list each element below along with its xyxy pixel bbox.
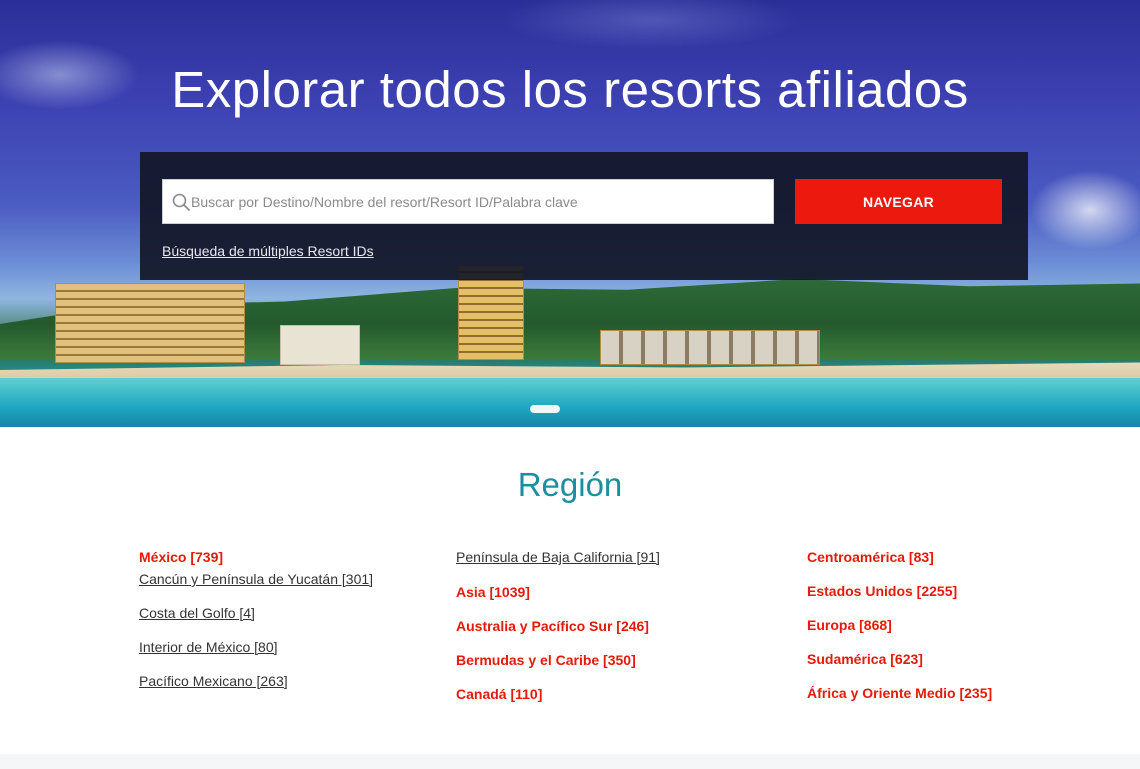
hero-building (600, 330, 820, 365)
hero-water (0, 378, 1140, 427)
region-link[interactable]: Europa [868] (807, 617, 892, 633)
page-title: Explorar todos los resorts afiliados (171, 61, 969, 118)
region-link[interactable]: México [739] (139, 549, 223, 565)
hero-building (280, 325, 360, 365)
region-link[interactable]: África y Oriente Medio [235] (807, 685, 992, 701)
footer-band (0, 754, 1140, 769)
multi-resort-id-search-link[interactable]: Búsqueda de múltiples Resort IDs (162, 243, 374, 259)
hero-building (55, 283, 245, 363)
hero-banner: Explorar todos los resorts afiliados NAV… (0, 0, 1140, 427)
region-link[interactable]: Península de Baja California [91] (456, 549, 660, 565)
region-link[interactable]: Australia y Pacífico Sur [246] (456, 618, 649, 634)
search-box[interactable] (162, 179, 774, 224)
sky-cloud (500, 0, 800, 50)
region-link[interactable]: Interior de México [80] (139, 639, 278, 655)
region-link[interactable]: Pacífico Mexicano [263] (139, 673, 288, 689)
hero-boat (530, 405, 560, 413)
region-link[interactable]: Bermudas y el Caribe [350] (456, 652, 636, 668)
search-panel: NAVEGAR Búsqueda de múltiples Resort IDs (140, 152, 1028, 280)
region-link[interactable]: Canadá [110] (456, 686, 542, 702)
region-link[interactable]: Asia [1039] (456, 584, 530, 600)
region-link[interactable]: Sudamérica [623] (807, 651, 923, 667)
region-link[interactable]: Estados Unidos [2255] (807, 583, 957, 599)
region-link[interactable]: Costa del Golfo [4] (139, 605, 255, 621)
search-input[interactable] (191, 180, 771, 223)
region-link[interactable]: Centroamérica [83] (807, 549, 934, 565)
search-icon (172, 193, 190, 211)
region-title: Región (517, 466, 623, 503)
navegar-button[interactable]: NAVEGAR (795, 179, 1002, 224)
region-link[interactable]: Cancún y Península de Yucatán [301] (139, 571, 373, 587)
sky-cloud (1030, 170, 1140, 250)
